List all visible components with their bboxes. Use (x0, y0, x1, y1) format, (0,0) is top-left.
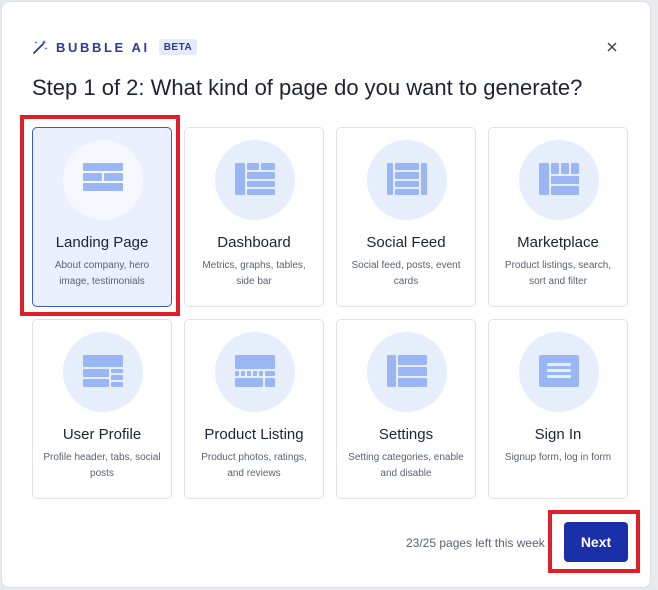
card-title: User Profile (62, 426, 142, 443)
card-icon-circle (519, 332, 599, 412)
card-user-profile[interactable]: User Profile Profile header, tabs, socia… (32, 319, 172, 499)
modal-header: BUBBLE AI BETA (32, 38, 198, 56)
card-sign-in[interactable]: Sign In Signup form, log in form (488, 319, 628, 499)
generate-page-modal: BUBBLE AI BETA Step 1 of 2: What kind of… (1, 1, 651, 588)
card-title: Landing Page (55, 234, 149, 251)
beta-badge: BETA (158, 39, 198, 55)
marketplace-layout-icon (539, 163, 579, 195)
card-icon-circle (63, 332, 143, 412)
card-icon-circle (367, 332, 447, 412)
card-description: Setting categories, enable and disable (348, 452, 464, 479)
card-title: Social Feed (366, 234, 446, 251)
card-product-listing[interactable]: Product Listing Product photos, ratings,… (184, 319, 324, 499)
page-title: Step 1 of 2: What kind of page do you wa… (32, 75, 583, 100)
card-title: Dashboard (217, 234, 291, 251)
card-description: Social feed, posts, event cards (351, 260, 461, 287)
brand-label: BUBBLE AI (56, 39, 150, 55)
card-icon-circle (63, 140, 143, 220)
card-description: About company, hero image, testimonials (54, 260, 150, 287)
social-feed-layout-icon (387, 163, 427, 195)
product-listing-layout-icon (235, 355, 275, 387)
card-settings[interactable]: Settings Setting categories, enable and … (336, 319, 476, 499)
next-button[interactable]: Next (564, 522, 628, 562)
card-icon-circle (519, 140, 599, 220)
card-description: Profile header, tabs, social posts (43, 452, 161, 479)
pages-left-counter: 23/25 pages left this week (406, 536, 545, 550)
close-icon[interactable] (605, 40, 619, 54)
card-icon-circle (215, 332, 295, 412)
card-title: Product Listing (204, 426, 304, 443)
card-marketplace[interactable]: Marketplace Product listings, search, so… (488, 127, 628, 307)
card-title: Marketplace (517, 234, 599, 251)
card-description: Product listings, search, sort and filte… (504, 260, 612, 287)
dashboard-layout-icon (235, 163, 275, 195)
card-title: Settings (378, 426, 434, 443)
user-profile-layout-icon (83, 355, 123, 387)
settings-layout-icon (387, 355, 427, 387)
card-description: Product photos, ratings, and reviews (201, 452, 307, 479)
card-description: Metrics, graphs, tables, side bar (202, 260, 306, 287)
card-landing-page[interactable]: Landing Page About company, hero image, … (32, 127, 172, 307)
sign-in-layout-icon (539, 355, 579, 387)
card-title: Sign In (534, 426, 582, 443)
card-dashboard[interactable]: Dashboard Metrics, graphs, tables, side … (184, 127, 324, 307)
card-icon-circle (215, 140, 295, 220)
landing-page-layout-icon (83, 163, 123, 191)
card-description: Signup form, log in form (504, 452, 612, 463)
magic-wand-icon (32, 39, 48, 55)
card-social-feed[interactable]: Social Feed Social feed, posts, event ca… (336, 127, 476, 307)
card-icon-circle (367, 140, 447, 220)
